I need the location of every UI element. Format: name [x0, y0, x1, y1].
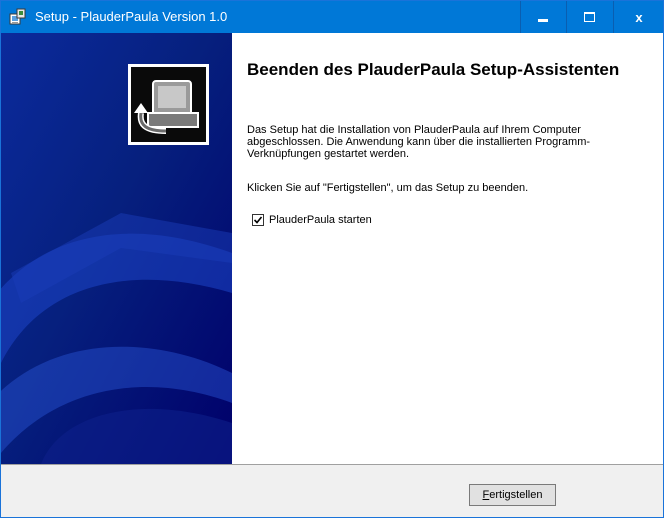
wizard-content: Beenden des PlauderPaula Setup-Assistent… — [234, 33, 654, 464]
setup-window: Setup - PlauderPaula Version 1.0 x Beend… — [0, 0, 664, 518]
wizard-footer: Fertigstellen — [1, 465, 663, 517]
setup-logo-icon — [128, 64, 209, 145]
finish-button[interactable]: Fertigstellen — [469, 484, 556, 506]
close-icon: x — [635, 9, 643, 25]
instruction-text: Klicken Sie auf "Fertigstellen", um das … — [247, 182, 529, 194]
minimize-icon — [538, 18, 548, 22]
maximize-icon — [583, 12, 595, 22]
checkmark-icon — [253, 216, 263, 224]
finish-button-accel: F — [482, 489, 490, 501]
window-title: Setup - PlauderPaula Version 1.0 — [35, 9, 228, 24]
banner-artwork — [1, 33, 232, 464]
title-bar[interactable]: Setup - PlauderPaula Version 1.0 x — [1, 1, 663, 33]
completion-text: Das Setup hat die Installation von Plaud… — [247, 124, 591, 160]
finish-button-label: ertigstellen — [489, 489, 543, 501]
close-button[interactable]: x — [613, 1, 663, 33]
launch-checkbox-label[interactable]: PlauderPaula starten — [269, 214, 372, 226]
wizard-side-banner — [1, 33, 232, 464]
minimize-button[interactable] — [520, 1, 565, 33]
launch-checkbox-row[interactable]: PlauderPaula starten — [252, 213, 372, 227]
page-title: Beenden des PlauderPaula Setup-Assistent… — [247, 60, 620, 79]
maximize-button[interactable] — [566, 1, 611, 33]
launch-checkbox[interactable] — [252, 214, 264, 226]
setup-app-icon — [9, 8, 27, 26]
